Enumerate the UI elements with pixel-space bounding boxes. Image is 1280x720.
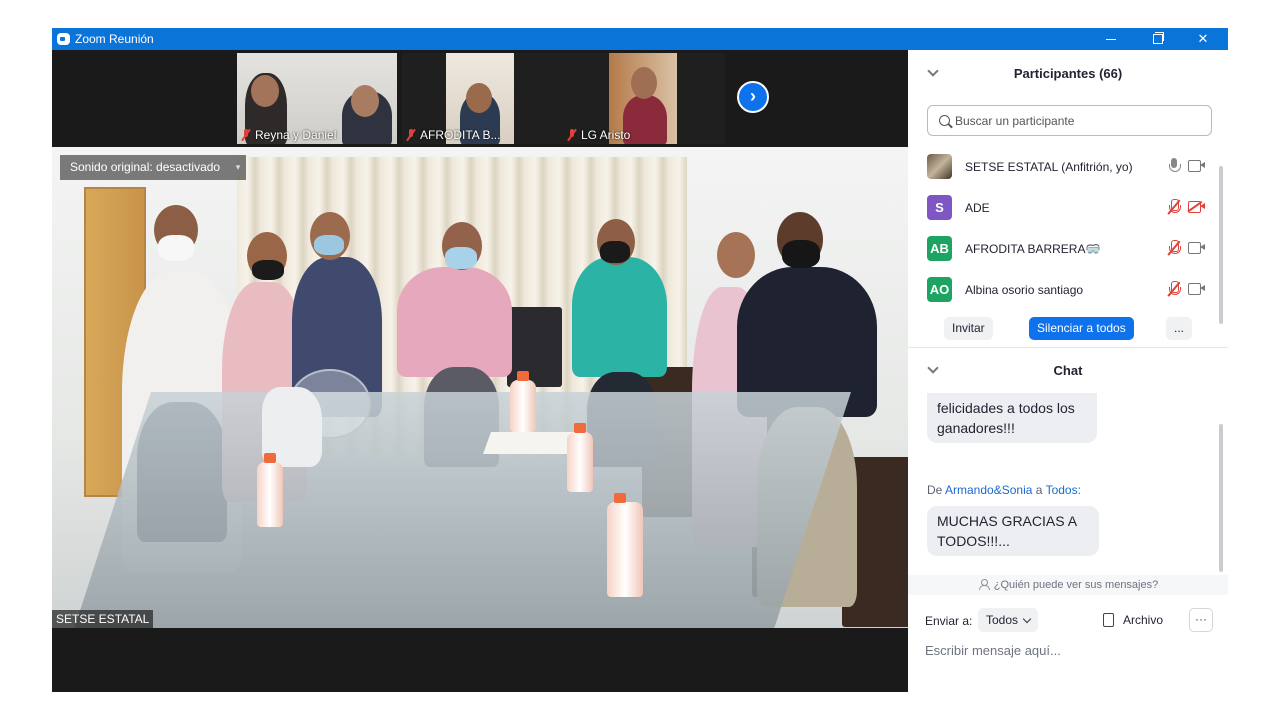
microphone-muted-icon[interactable] <box>1167 199 1181 215</box>
avatar: S <box>927 195 952 220</box>
glass-table <box>73 392 851 628</box>
participant-head <box>351 85 379 117</box>
microphone-icon[interactable] <box>1168 158 1181 174</box>
chat-message: MUCHAS GRACIAS A TODOS!!!... <box>927 506 1099 556</box>
mute-all-button[interactable]: Silenciar a todos <box>1029 317 1134 340</box>
video-camera-icon[interactable] <box>1188 160 1205 172</box>
main-video-name: SETSE ESTATAL <box>52 610 154 628</box>
original-sound-toggle[interactable]: Sonido original: desactivado <box>60 155 231 180</box>
chat-message-input[interactable] <box>925 640 1215 660</box>
zoom-logo-icon <box>57 33 70 45</box>
title-bar: Zoom Reunión ✕ <box>52 28 1228 50</box>
file-button[interactable]: Archivo <box>1103 608 1163 632</box>
avatar: AB <box>927 236 952 261</box>
window-title: Zoom Reunión <box>75 32 154 46</box>
participant-head <box>466 83 492 113</box>
chevron-right-icon: › <box>750 86 756 106</box>
participant-name: AFRODITA BARRERA🥽 <box>965 242 1101 256</box>
next-page-button[interactable]: › <box>737 81 769 113</box>
person-head <box>717 232 755 278</box>
participant-head <box>251 75 279 107</box>
invite-button[interactable]: Invitar <box>944 317 993 340</box>
video-camera-icon[interactable] <box>1188 242 1205 254</box>
person-figure <box>397 267 512 377</box>
face-mask <box>600 241 630 263</box>
close-button[interactable]: ✕ <box>1180 28 1226 50</box>
thumbnail-name: LG Aristo <box>567 128 630 142</box>
paper <box>482 432 577 454</box>
participant-name: Albina osorio santiago <box>965 283 1084 297</box>
participants-title: Participantes (66) <box>1013 66 1123 81</box>
restore-button[interactable] <box>1134 28 1180 50</box>
chat-message-sender: De Armando&Sonia a Todos: <box>927 483 1081 497</box>
office-chair <box>507 307 562 387</box>
microphone-muted-icon[interactable] <box>1167 240 1181 256</box>
water-bottle <box>510 371 536 432</box>
face-mask <box>445 247 477 269</box>
who-can-see-messages[interactable]: ¿Quién puede ver sus mensajes? <box>908 575 1228 595</box>
more-options-button[interactable]: ... <box>1166 317 1193 340</box>
participant-row[interactable]: S ADE <box>908 187 1218 228</box>
minimize-button[interactable] <box>1088 28 1134 50</box>
participants-scrollbar[interactable] <box>1219 166 1223 324</box>
face-mask <box>252 260 284 280</box>
video-camera-icon[interactable] <box>1188 283 1205 295</box>
thumbnail-name: Reyna y Daniel <box>241 128 336 142</box>
chat-scrollbar[interactable] <box>1219 424 1223 572</box>
water-bottle <box>257 453 283 527</box>
video-thumbnail[interactable]: LG Aristo <box>563 53 725 144</box>
video-area: Reyna y Daniel AFRODITA B... LG Aristo › <box>52 50 908 692</box>
participant-search[interactable] <box>927 105 1212 136</box>
participant-name: SETSE ESTATAL (Anfitrión, yo) <box>965 160 1133 174</box>
participant-head <box>631 67 657 99</box>
divider <box>908 347 1228 348</box>
face-mask <box>314 235 344 255</box>
send-to-label: Enviar a: <box>925 614 973 628</box>
original-sound-dropdown[interactable]: ▾ <box>230 155 246 180</box>
participant-row[interactable]: AO Albina osorio santiago <box>908 269 1218 310</box>
participant-name: ADE <box>965 201 990 215</box>
thumbnail-name: AFRODITA B... <box>406 128 500 142</box>
person-icon <box>978 579 990 590</box>
avatar <box>927 154 952 179</box>
side-panel: Participantes (66) SETSE ESTATAL (Anfitr… <box>908 50 1228 692</box>
participant-row[interactable]: SETSE ESTATAL (Anfitrión, yo) <box>908 146 1218 187</box>
search-icon <box>939 115 950 126</box>
participant-search-input[interactable] <box>955 112 1205 130</box>
video-camera-off-icon[interactable] <box>1187 201 1205 213</box>
file-icon <box>1103 613 1114 627</box>
video-thumbnail[interactable]: AFRODITA B... <box>402 53 564 144</box>
face-mask <box>782 240 820 268</box>
person-figure <box>572 257 667 377</box>
chevron-down-icon <box>1022 614 1032 624</box>
chat-title: Chat <box>1053 363 1083 378</box>
mic-muted-icon <box>241 129 251 141</box>
water-bottle <box>567 423 593 492</box>
chat-message: felicidades a todos los ganadores!!! <box>927 393 1097 443</box>
avatar: AO <box>927 277 952 302</box>
zoom-window: Zoom Reunión ✕ Reyna y Daniel AFRODITA B… <box>52 28 1228 692</box>
main-video: Sonido original: desactivado ▾ SETSE EST… <box>52 147 908 628</box>
video-thumbnail[interactable]: Reyna y Daniel <box>237 53 397 144</box>
participant-row[interactable]: AB AFRODITA BARRERA🥽 <box>908 228 1218 269</box>
mic-muted-icon <box>567 129 577 141</box>
mic-muted-icon <box>406 129 416 141</box>
send-to-dropdown[interactable]: Todos <box>978 608 1039 632</box>
chat-more-button[interactable]: ··· <box>1189 608 1213 632</box>
water-bottle <box>607 493 643 597</box>
microphone-muted-icon[interactable] <box>1167 281 1181 297</box>
face-mask <box>158 235 194 261</box>
